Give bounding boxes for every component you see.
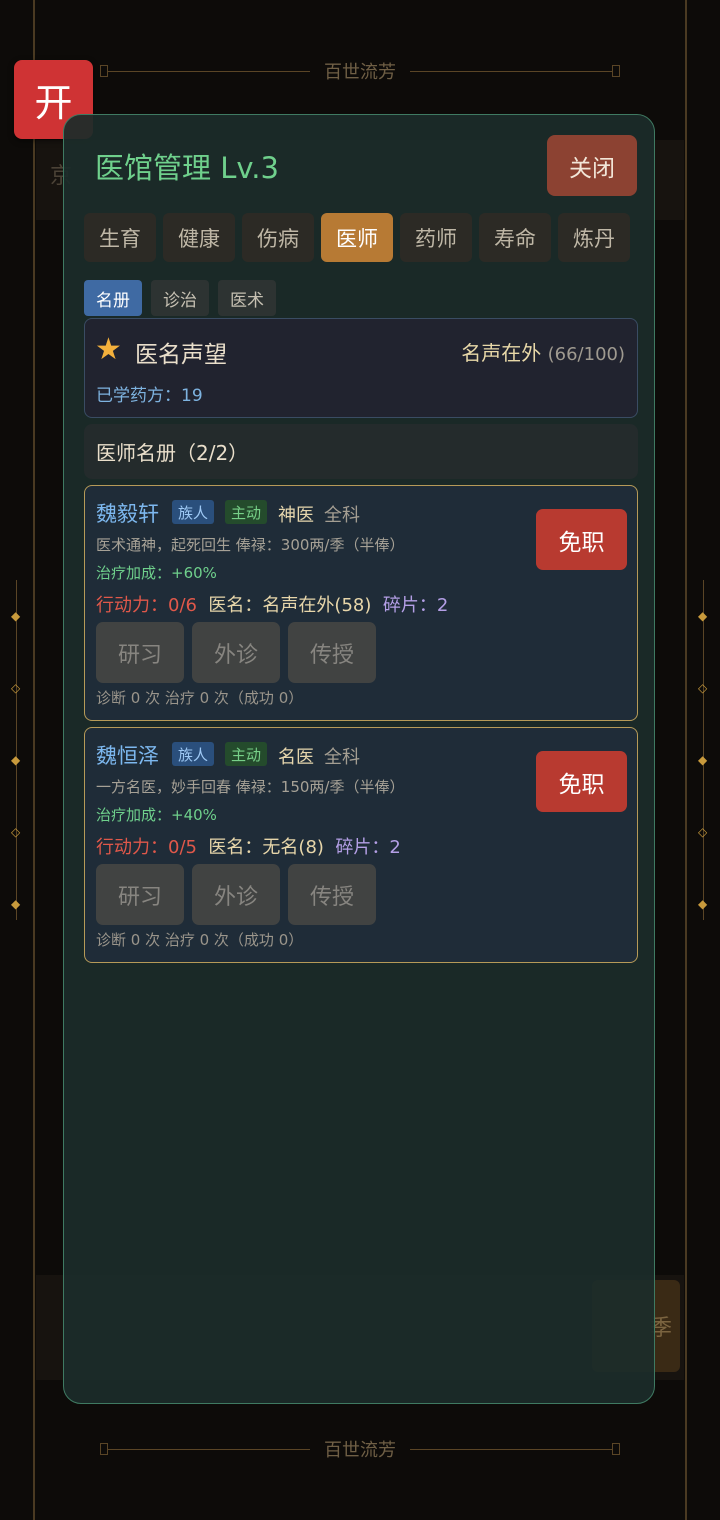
doctor-name[interactable]: 魏毅轩 (96, 498, 159, 528)
tab-birth[interactable]: 生育 (84, 213, 156, 262)
right-diamond-outline-icon: ◇ (698, 681, 708, 695)
tab-doctor[interactable]: 医师 (321, 213, 393, 262)
dismiss-button[interactable]: 免职 (536, 751, 627, 812)
left-diamond-icon: ◆ (11, 753, 21, 767)
house-call-button[interactable]: 外诊 (192, 622, 280, 683)
clan-badge: 族人 (172, 742, 215, 766)
doctor-name[interactable]: 魏恒泽 (96, 740, 159, 770)
clinic-management-panel: 医馆管理 Lv.3 关闭 生育 健康 伤病 医师 药师 寿命 炼丹 名册 诊治 … (63, 114, 655, 1404)
clan-badge: 族人 (172, 500, 215, 524)
tab-alchemy[interactable]: 炼丹 (558, 213, 630, 262)
fame-value: 无名(8) (262, 837, 324, 858)
shards: 碎片：2 (335, 837, 401, 858)
doctor-description: 医术通神，起死回生 俸禄：300两/季（半俸） (96, 536, 405, 554)
study-button[interactable]: 研习 (96, 622, 184, 683)
doctor-subtabs: 名册 诊治 医术 (84, 280, 276, 316)
left-diamond-outline-icon: ◇ (11, 681, 21, 695)
banner-bottom-text: 百世流芳 (324, 1440, 396, 1461)
left-ornament-line (16, 580, 17, 920)
panel-title: 医馆管理 Lv.3 (95, 151, 279, 185)
right-diamond-icon: ◆ (698, 753, 708, 767)
treatment-record: 诊断 0 次 治疗 0 次（成功 0） (96, 931, 304, 949)
teach-button[interactable]: 传授 (288, 622, 376, 683)
close-button[interactable]: 关闭 (547, 135, 637, 196)
fame-value: 名声在外(58) (262, 595, 372, 616)
dismiss-button[interactable]: 免职 (536, 509, 627, 570)
house-call-button[interactable]: 外诊 (192, 864, 280, 925)
tab-lifespan[interactable]: 寿命 (479, 213, 551, 262)
fame-label: 医名： (208, 837, 263, 858)
learned-recipes: 已学药方：19 (96, 386, 203, 406)
tab-health[interactable]: 健康 (163, 213, 235, 262)
banner-bottom: 百世流芳 (100, 1434, 620, 1464)
banner-top-text: 百世流芳 (324, 62, 396, 83)
fame-status: 名声在外 (66/100) (461, 337, 625, 366)
action-points: 行动力：0/5 (96, 837, 197, 858)
fame-card: ★ 医名声望 名声在外 (66/100) 已学药方：19 (84, 318, 638, 418)
active-badge: 主动 (225, 500, 268, 524)
right-diamond-icon: ◆ (698, 609, 708, 623)
frame-right-border (685, 0, 687, 1520)
subtab-medical-skill[interactable]: 医术 (218, 280, 276, 316)
tab-injury[interactable]: 伤病 (242, 213, 314, 262)
doctor-specialty: 全科 (324, 747, 360, 768)
treatment-record: 诊断 0 次 治疗 0 次（成功 0） (96, 689, 304, 707)
right-diamond-icon: ◆ (698, 897, 708, 911)
fame-title: 医名声望 (135, 342, 227, 368)
doctor-specialty: 全科 (324, 505, 360, 526)
shards: 碎片：2 (382, 595, 449, 616)
frame-left-border (33, 0, 35, 1520)
right-diamond-outline-icon: ◇ (698, 825, 708, 839)
right-ornament-line (703, 580, 704, 920)
star-icon: ★ (95, 332, 122, 367)
doctor-description: 一方名医，妙手回春 俸禄：150两/季（半俸） (96, 778, 405, 796)
study-button[interactable]: 研习 (96, 864, 184, 925)
banner-top: 百世流芳 (100, 56, 620, 86)
doctor-rank: 名医 (278, 747, 314, 768)
doctor-stats: 行动力：0/6 医名：名声在外(58) 碎片：2 (96, 591, 448, 617)
tab-pharmacist[interactable]: 药师 (400, 213, 472, 262)
subtab-treatment[interactable]: 诊治 (151, 280, 209, 316)
subtab-roster[interactable]: 名册 (84, 280, 142, 316)
teach-button[interactable]: 传授 (288, 864, 376, 925)
left-diamond-icon: ◆ (11, 609, 21, 623)
action-points: 行动力：0/6 (96, 595, 197, 616)
fame-progress: (66/100) (547, 344, 625, 365)
treatment-bonus: 治疗加成：+60% (96, 564, 217, 582)
doctor-stats: 行动力：0/5 医名：无名(8) 碎片：2 (96, 833, 401, 859)
doctor-rank: 神医 (278, 505, 314, 526)
doctor-card: 魏恒泽 族人 主动 名医 全科 一方名医，妙手回春 俸禄：150两/季（半俸） … (84, 727, 638, 963)
fame-level: 名声在外 (461, 341, 542, 365)
category-tabs: 生育 健康 伤病 医师 药师 寿命 炼丹 (84, 213, 630, 262)
active-badge: 主动 (225, 742, 268, 766)
treatment-bonus: 治疗加成：+40% (96, 806, 217, 824)
roster-heading: 医师名册（2/2） (84, 424, 638, 479)
left-diamond-icon: ◆ (11, 897, 21, 911)
left-diamond-outline-icon: ◇ (11, 825, 21, 839)
doctor-card: 魏毅轩 族人 主动 神医 全科 医术通神，起死回生 俸禄：300两/季（半俸） … (84, 485, 638, 721)
fame-label: 医名： (208, 595, 263, 616)
